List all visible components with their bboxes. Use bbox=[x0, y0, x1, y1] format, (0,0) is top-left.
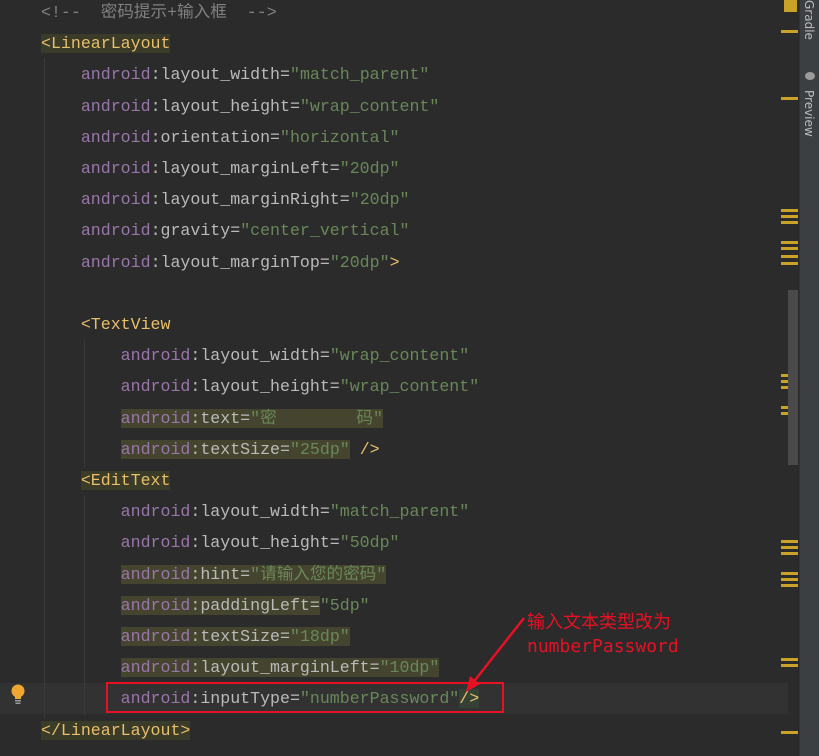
annotation-line-2: numberPassword bbox=[527, 636, 679, 657]
vertical-scrollbar[interactable] bbox=[788, 290, 798, 465]
eye-icon bbox=[805, 72, 815, 80]
annotation-line-1: 输入文本类型改为 bbox=[527, 612, 671, 633]
annotation-note: 输入文本类型改为 numberPassword bbox=[527, 611, 679, 659]
preview-tab[interactable]: Preview bbox=[802, 90, 816, 137]
right-tool-sidebar: Gradle Preview bbox=[799, 0, 819, 756]
gradle-tab[interactable]: Gradle bbox=[802, 0, 816, 40]
